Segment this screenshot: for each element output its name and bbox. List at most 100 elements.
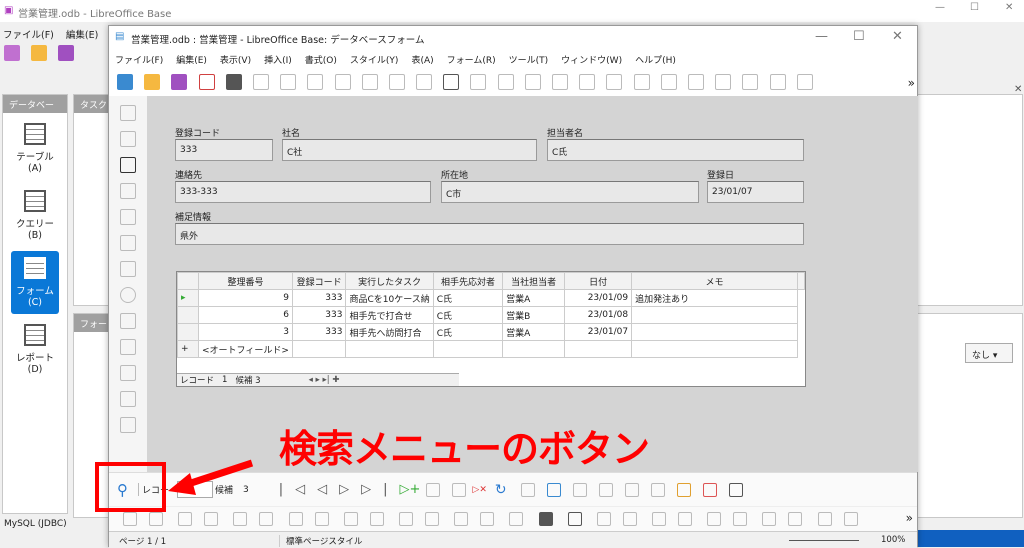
export-pdf-icon[interactable] — [198, 74, 215, 90]
menu-format[interactable]: 書式(O) — [305, 53, 337, 66]
control-properties-icon[interactable] — [424, 512, 439, 526]
table-cell[interactable] — [631, 306, 798, 324]
phone-field[interactable]: 333-333 — [175, 181, 431, 203]
check-box-icon[interactable] — [120, 261, 136, 277]
insert-field-icon[interactable] — [606, 74, 623, 90]
comment-icon[interactable] — [796, 74, 813, 90]
address-field[interactable]: C市 — [441, 181, 699, 203]
redo-icon[interactable] — [416, 74, 433, 90]
maximize-button[interactable]: ☐ — [970, 2, 979, 13]
cross-reference-icon[interactable] — [769, 74, 786, 90]
connector-icon[interactable] — [817, 512, 832, 526]
menu-tools[interactable]: ツール(T) — [509, 53, 549, 66]
open-folder-icon[interactable] — [31, 45, 48, 61]
save-icon[interactable] — [171, 74, 188, 90]
table-row[interactable]: ▸ 9 333 商品Cを10ケース納 C氏 営業A 23/01/09 追加発注あり — [176, 289, 805, 307]
find-replace-icon[interactable] — [443, 74, 460, 90]
list-box-icon[interactable] — [120, 313, 136, 329]
option-button-icon[interactable] — [120, 287, 136, 303]
table-cell[interactable]: 9 — [198, 289, 293, 307]
column-header[interactable]: メモ — [631, 272, 798, 290]
column-header[interactable]: 日付 — [564, 272, 633, 290]
endnote-icon[interactable] — [715, 74, 732, 90]
spelling-icon[interactable] — [470, 74, 487, 90]
table-cell[interactable]: 営業A — [502, 289, 566, 307]
backward-icon[interactable] — [233, 512, 248, 526]
table-cell[interactable]: 商品Cを10ケース納 — [345, 289, 434, 307]
send-to-back-icon[interactable] — [259, 512, 274, 526]
table-cell[interactable] — [631, 340, 798, 358]
text-box-icon[interactable] — [120, 235, 136, 251]
table-row[interactable]: 3 333 相手先へ訪問打合 C氏 営業A 23/01/07 — [176, 323, 805, 341]
combo-box-icon[interactable] — [120, 339, 136, 355]
form-filter-icon[interactable] — [676, 482, 691, 497]
table-cell[interactable]: 営業A — [502, 323, 566, 341]
snap-grid-icon[interactable] — [652, 512, 667, 526]
refresh-icon[interactable]: ↻ — [495, 482, 507, 498]
select-icon[interactable] — [120, 105, 136, 121]
anchor-icon[interactable] — [123, 512, 137, 526]
arrow-icon[interactable] — [762, 512, 777, 526]
menu-window[interactable]: ウィンドウ(W) — [561, 53, 622, 66]
record-number[interactable]: 1 — [222, 375, 227, 385]
save-icon[interactable] — [58, 45, 75, 61]
new-document-icon[interactable] — [4, 45, 20, 61]
table-cell[interactable]: C氏 — [432, 323, 504, 341]
table-row[interactable]: 6 333 相手先で打合せ C氏 営業B 23/01/08 — [176, 306, 805, 324]
table-cell[interactable] — [345, 340, 434, 358]
db-item-reports[interactable]: レポート(D) — [11, 318, 59, 381]
maximize-button[interactable]: ☐ — [853, 29, 865, 44]
record-nav-buttons[interactable]: |◁◁▷▷| — [279, 482, 400, 497]
menu-view[interactable]: 表示(V) — [220, 53, 251, 66]
align-icon[interactable] — [149, 512, 163, 526]
print-icon[interactable] — [225, 74, 242, 90]
formatting-marks-icon[interactable] — [497, 74, 514, 90]
column-header[interactable]: 実行したタスク — [345, 272, 434, 290]
sort-descending-icon[interactable] — [598, 482, 613, 497]
label-icon[interactable] — [120, 209, 136, 225]
menu-edit[interactable]: 編集(E) — [66, 27, 98, 41]
table-cell[interactable]: 6 — [198, 306, 293, 324]
table-cell[interactable]: C氏 — [432, 306, 504, 324]
insert-textbox-icon[interactable] — [579, 74, 596, 90]
table-cell[interactable]: 相手先で打合せ — [345, 306, 434, 324]
table-cell[interactable] — [432, 340, 504, 358]
save-record-icon[interactable] — [426, 482, 441, 497]
data-source-icon[interactable] — [728, 482, 743, 497]
paste-icon[interactable] — [334, 74, 351, 90]
company-field[interactable]: C社 — [282, 139, 537, 161]
table-cell[interactable]: 相手先へ訪問打合 — [345, 323, 434, 341]
curve-icon[interactable] — [788, 512, 803, 526]
close-button[interactable]: ✕ — [892, 29, 903, 44]
column-header[interactable]: 整理番号 — [198, 272, 293, 290]
table-cell[interactable]: 333 — [291, 306, 347, 324]
new-icon[interactable] — [117, 74, 133, 90]
bookmark-icon[interactable] — [742, 74, 759, 90]
insert-image-icon[interactable] — [552, 74, 568, 90]
db-item-queries[interactable]: クエリー(B) — [11, 184, 59, 247]
table-cell[interactable] — [564, 340, 633, 358]
minimize-button[interactable]: — — [935, 2, 945, 13]
grid-display-icon[interactable] — [622, 512, 637, 526]
column-header[interactable]: 相手先応対者 — [432, 272, 504, 290]
line-icon[interactable] — [733, 512, 748, 526]
activation-order-icon[interactable] — [509, 512, 524, 526]
undo-record-icon[interactable] — [452, 482, 467, 497]
sort-ascending-icon[interactable] — [572, 482, 587, 497]
refresh-control-icon[interactable] — [520, 482, 535, 497]
cut-icon[interactable] — [280, 74, 297, 90]
push-button-icon[interactable] — [120, 365, 136, 381]
row-header[interactable] — [176, 323, 200, 341]
undo-icon[interactable] — [388, 74, 405, 90]
guides-icon[interactable] — [678, 512, 693, 526]
menu-insert[interactable]: 挿入(I) — [264, 53, 292, 66]
menu-help[interactable]: ヘルプ(H) — [635, 53, 676, 66]
db-item-tables[interactable]: テーブル(A) — [11, 117, 59, 180]
table-cell[interactable] — [291, 340, 347, 358]
table-cell[interactable]: 23/01/07 — [564, 323, 633, 341]
design-mode-icon[interactable] — [120, 131, 136, 147]
ungroup-icon[interactable] — [314, 512, 329, 526]
table-cell[interactable] — [631, 323, 798, 341]
new-record-icon[interactable]: ▷+ — [400, 482, 421, 497]
contact-person-field[interactable]: C氏 — [547, 139, 804, 161]
